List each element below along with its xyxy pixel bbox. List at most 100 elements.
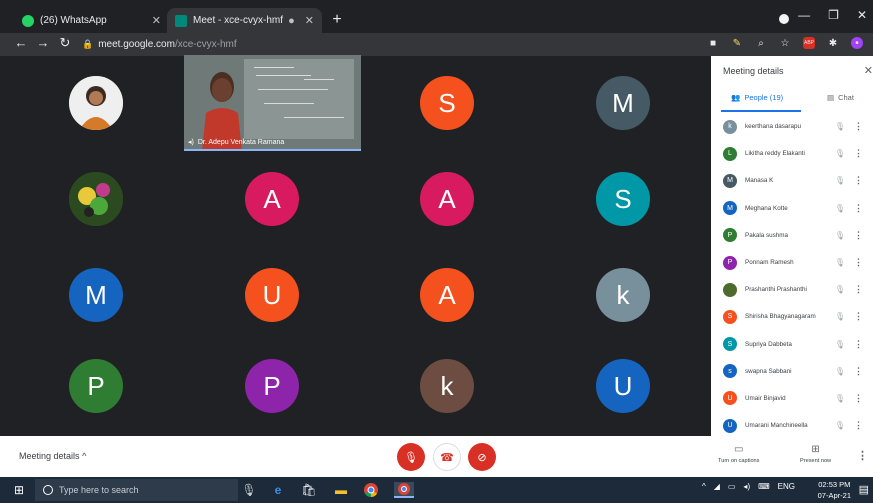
participant-row[interactable]: S Supriya Dabbeta 🎙 ⋮	[711, 331, 873, 358]
participant-row[interactable]: U Umair Binjavid 🎙 ⋮	[711, 385, 873, 412]
back-icon[interactable]: ←	[12, 35, 30, 50]
url-path: /xce-cvyx-hmf	[174, 39, 237, 50]
chrome-logo-icon	[398, 483, 410, 495]
windows-start-icon[interactable]: ⊞	[14, 483, 24, 497]
participant-row[interactable]: Prashanthi Prashanthi 🎙 ⋮	[711, 276, 873, 303]
participant-row[interactable]: s swapna Sabbani 🎙 ⋮	[711, 358, 873, 385]
participant-avatar[interactable]: k	[420, 359, 474, 413]
tab-chat[interactable]: ▤ Chat	[827, 93, 854, 102]
account-avatar-icon[interactable]: •	[851, 37, 863, 49]
new-tab-button[interactable]: +	[327, 9, 347, 31]
more-options-icon[interactable]: ⋮	[854, 121, 863, 132]
microphone-icon[interactable]: 🎙	[241, 482, 257, 498]
more-options-icon[interactable]: ⋮	[854, 311, 863, 322]
participant-row[interactable]: M Meghana Kotte 🎙 ⋮	[711, 195, 873, 222]
participant-avatar: k	[723, 119, 737, 134]
address-bar[interactable]: 🔒 meet.google.com /xce-cvyx-hmf	[82, 35, 710, 54]
participant-avatar: P	[723, 255, 737, 270]
profile-icon[interactable]	[779, 14, 789, 24]
more-options-icon[interactable]: ⋮	[854, 420, 863, 431]
participant-row[interactable]: P Ponnam Ramesh 🎙 ⋮	[711, 249, 873, 276]
participant-row[interactable]: P Pakala sushma 🎙 ⋮	[711, 222, 873, 249]
more-options-icon[interactable]: ⋮	[854, 203, 863, 214]
tab-whatsapp[interactable]: (26) WhatsApp ✕	[14, 8, 169, 33]
forward-icon[interactable]: →	[34, 35, 52, 50]
bookmark-star-icon[interactable]: ☆	[779, 37, 791, 49]
participant-row[interactable]: k keerthana dasarapu 🎙 ⋮	[711, 113, 873, 140]
close-icon[interactable]: ✕	[305, 14, 314, 27]
file-explorer-icon[interactable]: ▬	[333, 482, 349, 498]
chevron-up-icon[interactable]: ^	[702, 482, 706, 491]
meeting-controls-bar: Meeting details ^ 🎙 ☎ ⊘ ▭ Turn on captio…	[0, 436, 873, 477]
participant-avatar[interactable]: P	[245, 359, 299, 413]
edge-icon[interactable]: e	[270, 482, 286, 498]
more-options-icon[interactable]: ⋮	[854, 393, 863, 404]
captions-button[interactable]: ▭ Turn on captions	[718, 444, 759, 464]
url-host: meet.google.com	[98, 39, 175, 50]
store-icon[interactable]: 🛍	[301, 482, 317, 498]
participant-avatar[interactable]: P	[69, 359, 123, 413]
close-window-button[interactable]: ✕	[857, 8, 867, 22]
more-options-icon[interactable]: ⋮	[854, 148, 863, 159]
notification-icon[interactable]: ▤	[859, 483, 869, 496]
participant-photo-tile[interactable]	[69, 172, 123, 226]
more-options-icon[interactable]: ⋮	[854, 257, 863, 268]
presenter-video-tile[interactable]: ◂) Dr. Adepu Venkata Ramana	[184, 55, 361, 151]
participant-avatar[interactable]: S	[596, 172, 650, 226]
participant-photo-tile[interactable]	[69, 76, 123, 130]
participant-avatar: S	[723, 309, 737, 324]
language-indicator[interactable]: ENG	[778, 482, 795, 491]
participant-avatar[interactable]: A	[420, 172, 474, 226]
keyboard-icon[interactable]: ⌨	[758, 482, 770, 491]
close-icon[interactable]: ✕	[864, 64, 873, 77]
adblock-icon[interactable]: ABP	[803, 37, 815, 49]
camera-icon[interactable]: ■	[707, 37, 719, 49]
more-options-icon[interactable]: ⋮	[854, 175, 863, 186]
zoom-icon[interactable]: ⌕	[755, 37, 767, 49]
more-options-icon[interactable]: ⋮	[854, 366, 863, 377]
volume-icon[interactable]: ◂)	[743, 482, 750, 491]
mic-toggle-button[interactable]: 🎙	[397, 443, 425, 471]
participant-avatar[interactable]: M	[69, 268, 123, 322]
extension-icons: ■ ✎ ⌕ ☆ ABP ✱ •	[707, 37, 863, 49]
present-now-button[interactable]: ⊞ Present now	[800, 444, 831, 464]
participant-avatar[interactable]: M	[596, 76, 650, 130]
close-icon[interactable]: ✕	[152, 14, 161, 27]
participant-row[interactable]: L Likitha reddy Elakanti 🎙 ⋮	[711, 140, 873, 167]
battery-icon[interactable]: ▭	[728, 482, 736, 491]
more-options-icon[interactable]: ⋮	[857, 449, 868, 462]
more-options-icon[interactable]: ⋮	[854, 284, 863, 295]
taskbar-search[interactable]: Type here to search	[35, 479, 238, 501]
minimize-button[interactable]: —	[798, 8, 810, 22]
participant-name: Ponnam Ramesh	[745, 259, 794, 267]
present-icon: ⊞	[811, 444, 820, 455]
leave-call-button[interactable]: ☎	[433, 443, 461, 471]
captions-label: Turn on captions	[718, 458, 760, 464]
tab-meet[interactable]: Meet - xce-cvyx-hmf ● ✕	[167, 8, 322, 33]
meeting-details-button[interactable]: Meeting details ^	[19, 451, 86, 461]
tab-people[interactable]: 👥 People (19)	[731, 93, 783, 102]
participant-avatar[interactable]: U	[245, 268, 299, 322]
extensions-puzzle-icon[interactable]: ✱	[827, 37, 839, 49]
participant-row[interactable]: M Manasa K 🎙 ⋮	[711, 167, 873, 194]
more-options-icon[interactable]: ⋮	[854, 230, 863, 241]
network-icon[interactable]: ◢	[714, 482, 720, 491]
participant-avatar[interactable]: U	[596, 359, 650, 413]
participant-avatar[interactable]: k	[596, 268, 650, 322]
clock[interactable]: 02:53 PM 07-Apr-21	[818, 479, 851, 501]
participant-avatar[interactable]: A	[245, 172, 299, 226]
participant-avatar[interactable]: S	[420, 76, 474, 130]
reload-icon[interactable]: ↻	[56, 35, 74, 51]
participant-row[interactable]: S Shirisha Bhagyanagaram 🎙 ⋮	[711, 303, 873, 330]
participant-avatar: M	[723, 173, 737, 188]
participant-avatar	[723, 282, 737, 297]
participant-avatar[interactable]: A	[420, 268, 474, 322]
chrome-icon[interactable]	[363, 482, 379, 498]
translate-icon[interactable]: ✎	[731, 37, 743, 49]
meet-app-icon[interactable]	[394, 482, 414, 498]
chrome-logo-icon	[364, 483, 378, 497]
more-options-icon[interactable]: ⋮	[854, 339, 863, 350]
camera-toggle-button[interactable]: ⊘	[468, 443, 496, 471]
participant-name: Meghana Kotte	[745, 204, 788, 212]
restore-button[interactable]: ❐	[828, 8, 839, 22]
